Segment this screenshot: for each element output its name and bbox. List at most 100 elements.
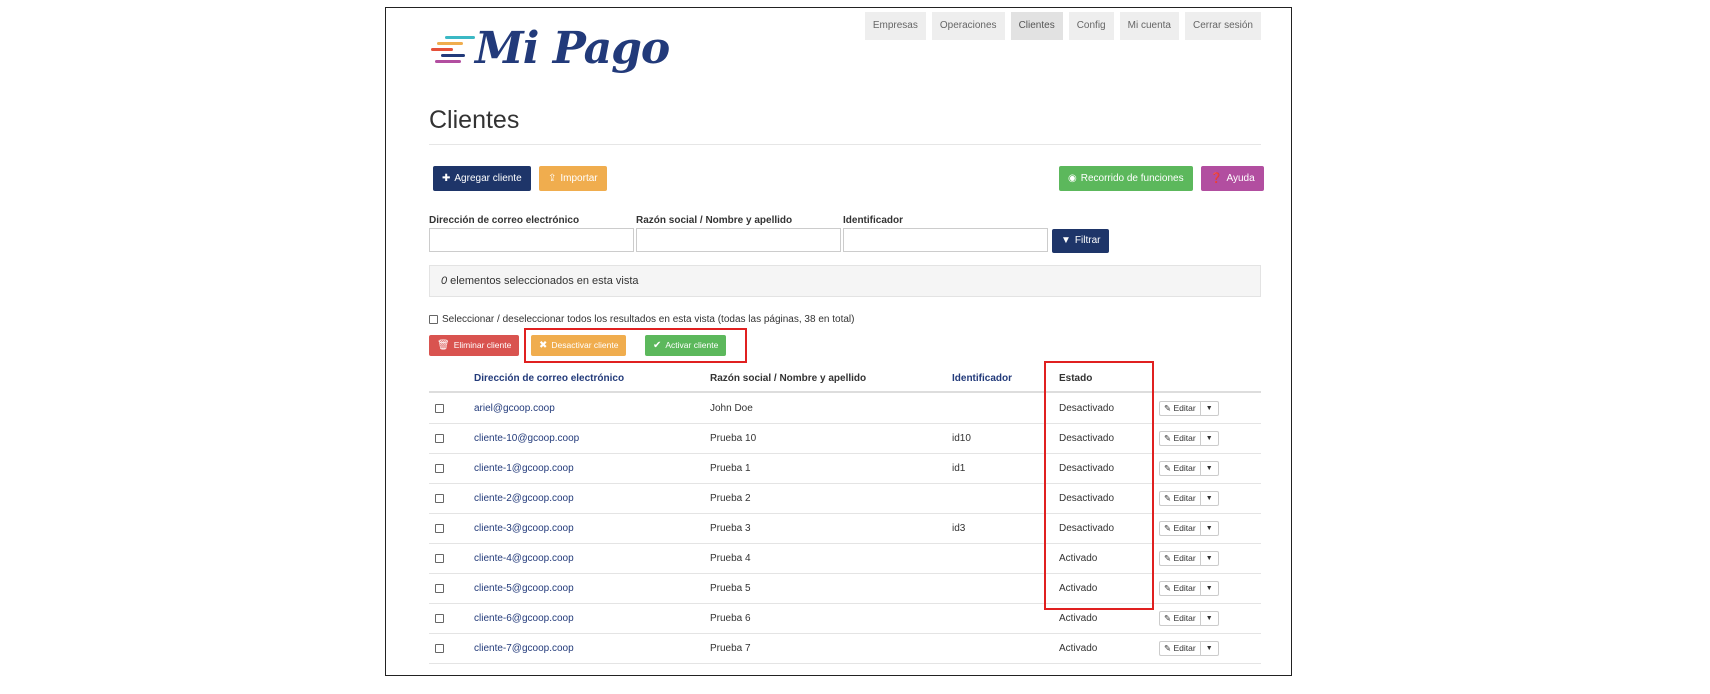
caret-down-icon[interactable]: ▼ [1201, 552, 1218, 565]
select-all-label: Seleccionar / deseleccionar todos los re… [442, 314, 855, 325]
row-identifier: id10 [952, 433, 971, 444]
row-email[interactable]: cliente-4@gcoop.coop [474, 544, 574, 573]
pencil-icon: ✎ [1164, 613, 1172, 623]
row-identifier: id3 [952, 523, 966, 534]
row-edit-button[interactable]: ✎ Editar ▼ [1159, 611, 1219, 626]
header-email[interactable]: Dirección de correo electrónico [474, 373, 624, 384]
row-name: Prueba 2 [710, 493, 751, 504]
row-email[interactable]: cliente-10@gcoop.coop [474, 424, 579, 453]
row-edit-button[interactable]: ✎ Editar ▼ [1159, 641, 1219, 656]
select-all-row: Seleccionar / deseleccionar todos los re… [429, 314, 854, 325]
row-checkbox[interactable] [435, 524, 444, 533]
row-email[interactable]: cliente-3@gcoop.coop [474, 514, 574, 543]
caret-down-icon[interactable]: ▼ [1201, 582, 1218, 595]
table-row: cliente-7@gcoop.coop Prueba 7 Activado ✎… [429, 634, 1261, 664]
row-edit-button[interactable]: ✎ Editar ▼ [1159, 431, 1219, 446]
header-id[interactable]: Identificador [952, 373, 1012, 384]
trash-icon: 🗑 [437, 340, 450, 351]
row-email[interactable]: cliente-6@gcoop.coop [474, 604, 574, 633]
pencil-icon: ✎ [1164, 583, 1172, 593]
row-edit-button[interactable]: ✎ Editar ▼ [1159, 401, 1219, 416]
times-icon: ✖ [539, 340, 548, 351]
pencil-icon: ✎ [1164, 433, 1172, 443]
row-state: Activado [1059, 643, 1098, 654]
caret-down-icon[interactable]: ▼ [1201, 462, 1218, 475]
row-edit-button[interactable]: ✎ Editar ▼ [1159, 521, 1219, 536]
import-button[interactable]: ⇪ Importar [539, 166, 607, 191]
pencil-icon: ✎ [1164, 493, 1172, 503]
caret-down-icon[interactable]: ▼ [1201, 402, 1218, 415]
row-name: Prueba 5 [710, 583, 751, 594]
row-email[interactable]: cliente-1@gcoop.coop [474, 454, 574, 483]
nav-config[interactable]: Config [1068, 12, 1114, 40]
table-header-divider [429, 391, 1261, 393]
top-nav: Empresas Operaciones Clientes Config Mi … [864, 12, 1261, 40]
id-filter-label: Identificador [843, 215, 904, 226]
row-edit-button[interactable]: ✎ Editar ▼ [1159, 551, 1219, 566]
row-state: Activado [1059, 613, 1098, 624]
row-identifier: id1 [952, 463, 966, 474]
id-filter-input[interactable] [843, 228, 1048, 252]
row-name: Prueba 3 [710, 523, 751, 534]
row-checkbox[interactable] [435, 644, 444, 653]
nav-mi-cuenta[interactable]: Mi cuenta [1119, 12, 1179, 40]
tour-button[interactable]: ◉ Recorrido de funciones [1059, 166, 1193, 191]
pencil-icon: ✎ [1164, 643, 1172, 653]
row-name: Prueba 1 [710, 463, 751, 474]
row-email[interactable]: ariel@gcoop.coop [474, 394, 555, 423]
add-client-button[interactable]: ✚ Agregar cliente [433, 166, 531, 191]
filter-button[interactable]: ▼ Filtrar [1052, 229, 1110, 253]
caret-down-icon[interactable]: ▼ [1201, 642, 1218, 655]
caret-down-icon[interactable]: ▼ [1201, 612, 1218, 625]
page-title: Clientes [429, 106, 520, 134]
caret-down-icon[interactable]: ▼ [1201, 432, 1218, 445]
row-checkbox[interactable] [435, 404, 444, 413]
header-name[interactable]: Razón social / Nombre y apellido [710, 373, 866, 384]
name-filter-input[interactable] [636, 228, 841, 252]
row-edit-button[interactable]: ✎ Editar ▼ [1159, 581, 1219, 596]
table-row: cliente-1@gcoop.coop Prueba 1 id1 Desact… [429, 454, 1261, 484]
row-email[interactable]: cliente-5@gcoop.coop [474, 574, 574, 603]
row-state: Activado [1059, 583, 1098, 594]
caret-down-icon[interactable]: ▼ [1201, 492, 1218, 505]
table-row: cliente-10@gcoop.coop Prueba 10 id10 Des… [429, 424, 1261, 454]
nav-clientes[interactable]: Clientes [1010, 12, 1063, 40]
row-checkbox[interactable] [435, 584, 444, 593]
row-email[interactable]: cliente-7@gcoop.coop [474, 634, 574, 663]
row-edit-button[interactable]: ✎ Editar ▼ [1159, 491, 1219, 506]
row-name: Prueba 10 [710, 433, 757, 444]
row-state: Desactivado [1059, 463, 1115, 474]
row-checkbox[interactable] [435, 614, 444, 623]
select-all-checkbox[interactable] [429, 315, 438, 324]
row-state: Desactivado [1059, 523, 1115, 534]
deactivate-client-button[interactable]: ✖ Desactivar cliente [531, 335, 627, 356]
row-email[interactable]: cliente-2@gcoop.coop [474, 484, 574, 513]
delete-client-button[interactable]: 🗑 Eliminar cliente [429, 335, 520, 356]
row-checkbox[interactable] [435, 434, 444, 443]
row-checkbox[interactable] [435, 464, 444, 473]
table-row: cliente-2@gcoop.coop Prueba 2 Desactivad… [429, 484, 1261, 514]
email-filter-label: Dirección de correo electrónico [429, 215, 580, 226]
row-state: Desactivado [1059, 493, 1115, 504]
row-checkbox[interactable] [435, 554, 444, 563]
pencil-icon: ✎ [1164, 523, 1172, 533]
check-icon: ✔ [653, 340, 662, 351]
email-filter-input[interactable] [429, 228, 634, 252]
header-state[interactable]: Estado [1059, 373, 1092, 384]
row-state: Desactivado [1059, 433, 1115, 444]
globe-icon: ◉ [1068, 173, 1077, 184]
row-name: Prueba 7 [710, 643, 751, 654]
row-checkbox[interactable] [435, 494, 444, 503]
row-name: Prueba 4 [710, 553, 751, 564]
row-edit-button[interactable]: ✎ Editar ▼ [1159, 461, 1219, 476]
pencil-icon: ✎ [1164, 463, 1172, 473]
logo-text: Mi Pago [475, 23, 670, 74]
caret-down-icon[interactable]: ▼ [1201, 522, 1218, 535]
nav-operaciones[interactable]: Operaciones [931, 12, 1005, 40]
logo[interactable]: Mi Pago [429, 22, 670, 82]
nav-cerrar-sesion[interactable]: Cerrar sesión [1184, 12, 1261, 40]
help-button[interactable]: ❓ Ayuda [1201, 166, 1264, 191]
nav-empresas[interactable]: Empresas [864, 12, 926, 40]
activate-client-button[interactable]: ✔ Activar cliente [645, 335, 727, 356]
row-state: Desactivado [1059, 403, 1115, 414]
